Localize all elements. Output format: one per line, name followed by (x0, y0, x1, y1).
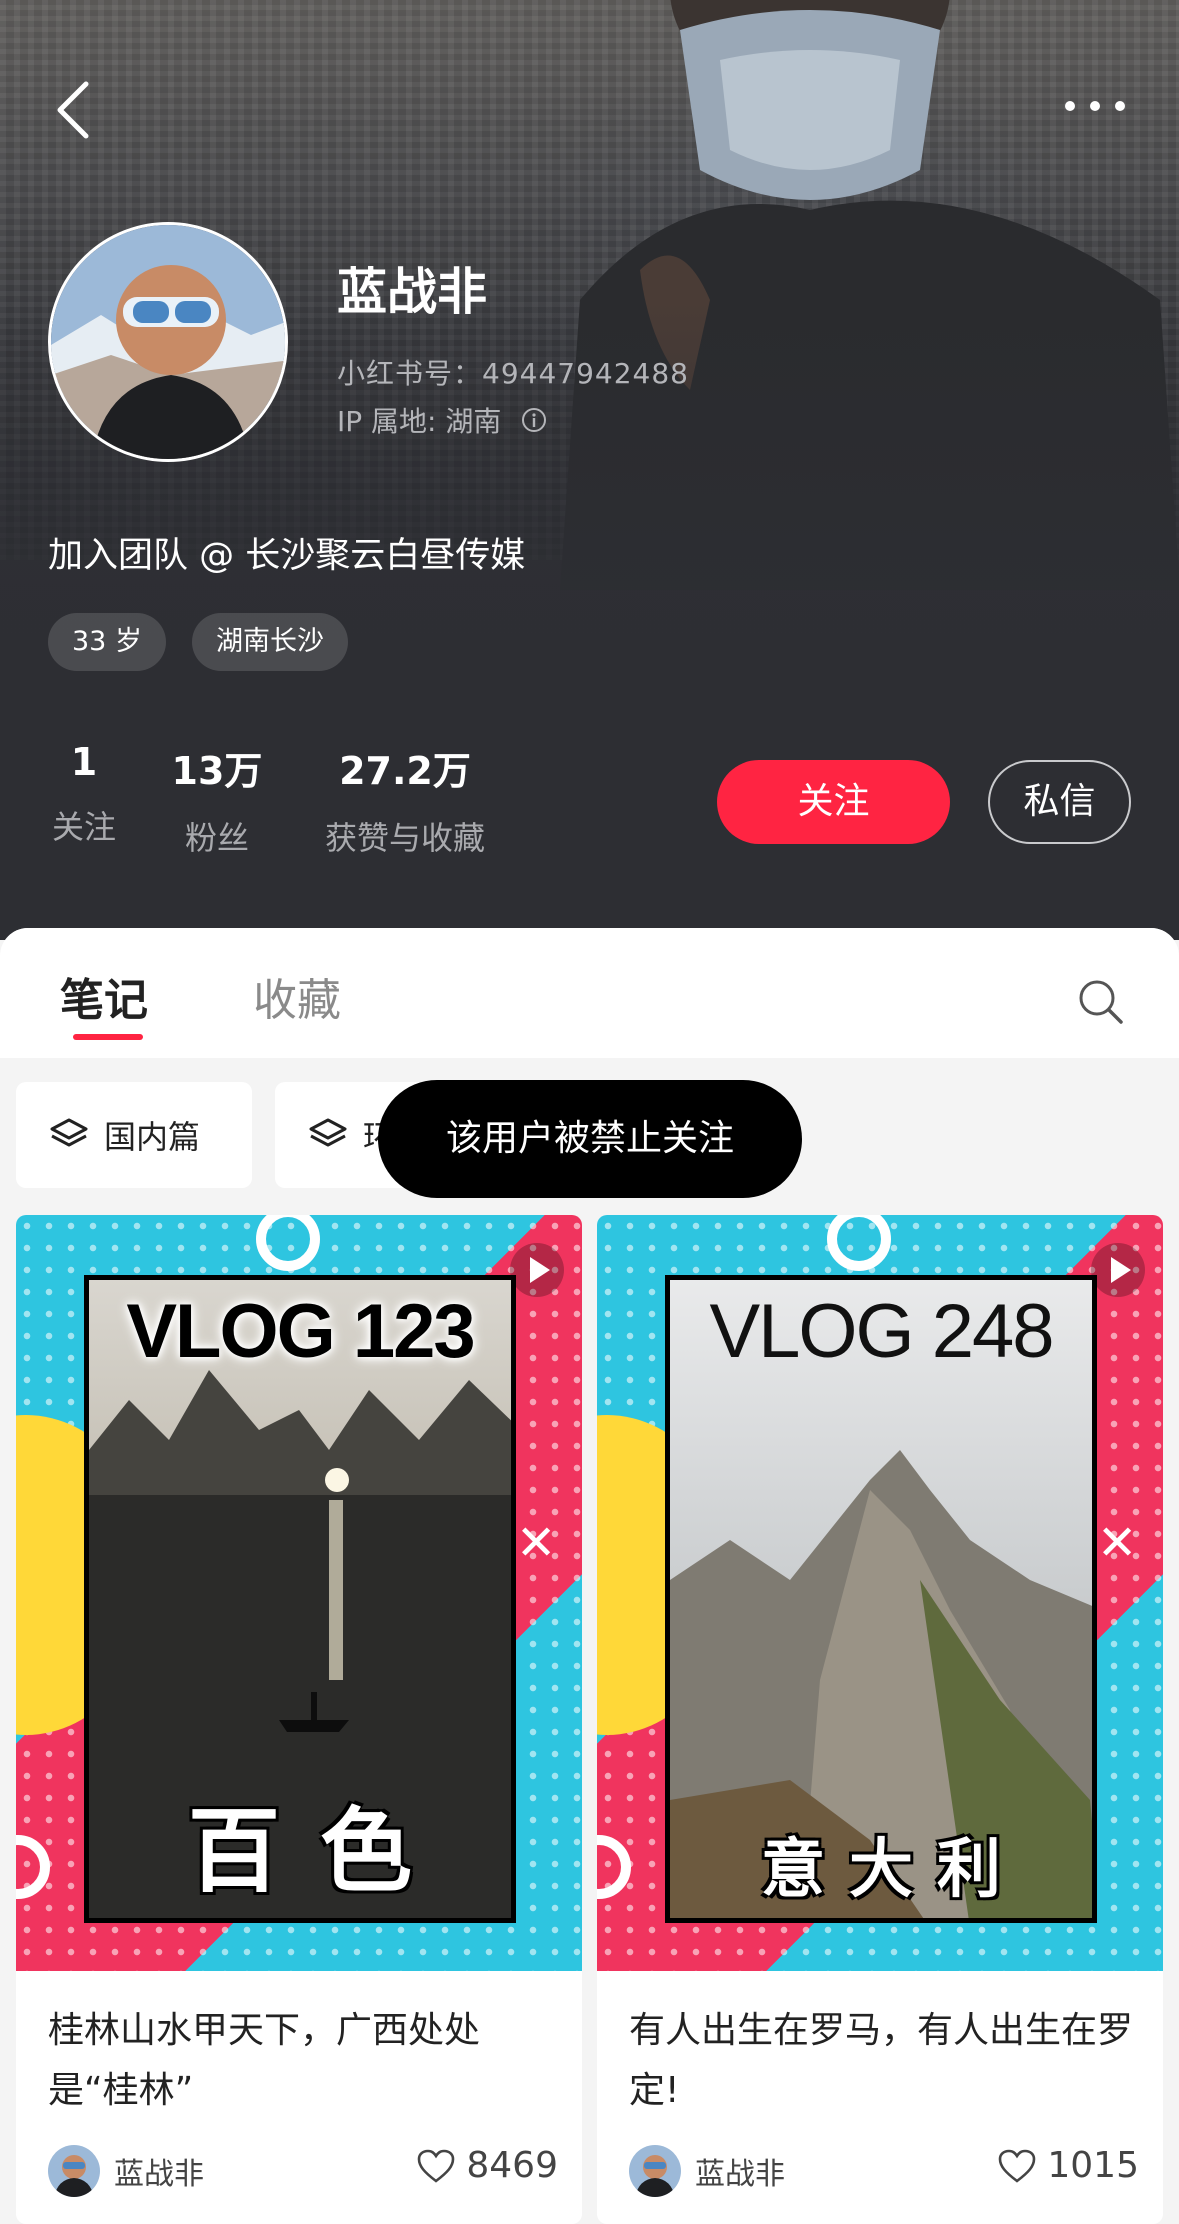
video-play-icon (1091, 1243, 1145, 1297)
heart-icon (418, 2149, 455, 2183)
stat-followers[interactable]: 13万 粉丝 (162, 740, 272, 859)
like-button[interactable]: 1015 (997, 2145, 1139, 2186)
note-title: 桂林山水甲天下，广西处处是“桂林” (48, 2010, 481, 2111)
cover-photo-frame: VLOG 248 意大利 (665, 1275, 1097, 1923)
message-button[interactable]: 私信 (988, 760, 1131, 844)
note-cover: ✕ VLOG 123 百色 (16, 1215, 582, 1971)
follow-button[interactable]: 关注 (717, 760, 950, 844)
cover-title: VLOG 248 (709, 1289, 1054, 1374)
active-tab-indicator (73, 1034, 143, 1040)
cover-place: 意大利 (761, 1833, 1025, 1907)
stat-following-value: 1 (70, 740, 98, 784)
author-name: 蓝战非 (114, 2157, 204, 2192)
like-count: 8469 (466, 2145, 558, 2186)
note-author[interactable]: 蓝战非 (48, 2145, 204, 2197)
stat-following-label: 关注 (51, 808, 116, 846)
more-button[interactable] (1060, 88, 1130, 124)
cover-title: VLOG 123 (126, 1289, 475, 1374)
layers-icon (309, 1118, 347, 1147)
note-card[interactable]: ✕ VLOG 248 意大利 有人出生在罗马，有人出生在罗定! 蓝战非 1015 (597, 1215, 1163, 2224)
cover-decoration: ✕ (516, 1515, 557, 1571)
note-card[interactable]: ✕ VLOG 123 百色 桂林山水甲天下，广西处处是“桂林” 蓝战非 8469 (16, 1215, 582, 2224)
cover-photo-frame: VLOG 123 百色 (84, 1275, 516, 1923)
stat-following[interactable]: 1 关注 (48, 740, 120, 848)
cover-place: 百色 (187, 1798, 452, 1905)
chip-label: 国内篇 (104, 1118, 201, 1156)
search-icon[interactable] (1075, 976, 1127, 1028)
avatar[interactable] (48, 222, 288, 462)
note-cover: ✕ VLOG 248 意大利 (597, 1215, 1163, 1971)
profile-header: 蓝战非 小红书号：49447942488 IP 属地: 湖南 加入团队 @ 长沙… (0, 0, 1179, 940)
like-count: 1015 (1047, 2145, 1139, 2186)
tab-bar: 笔记 收藏 (0, 928, 1179, 1058)
like-button[interactable]: 8469 (416, 2145, 558, 2186)
toast-message: 该用户被禁止关注 (378, 1080, 802, 1198)
tab-notes[interactable]: 笔记 (60, 964, 148, 1028)
info-icon[interactable] (521, 407, 547, 433)
stat-followers-label: 粉丝 (184, 819, 249, 857)
ip-location: IP 属地: 湖南 (337, 400, 547, 440)
stat-likes-value: 27.2万 (339, 749, 471, 793)
stat-likes-collects[interactable]: 27.2万 获赞与收藏 (315, 740, 495, 859)
stat-followers-value: 13万 (171, 749, 263, 793)
profile-id: 小红书号：49447942488 (337, 357, 689, 390)
ip-location-label: IP 属地: 湖南 (337, 405, 502, 438)
tag-location: 湖南长沙 (192, 613, 348, 671)
video-play-icon (510, 1243, 564, 1297)
tab-collect[interactable]: 收藏 (253, 964, 341, 1028)
profile-bio: 加入团队 @ 长沙聚云白昼传媒 (48, 536, 526, 576)
collection-chip-domestic[interactable]: 国内篇 (16, 1082, 252, 1188)
profile-name: 蓝战非 (337, 263, 487, 321)
author-avatar (48, 2145, 100, 2197)
note-author[interactable]: 蓝战非 (629, 2145, 785, 2197)
layers-icon (50, 1118, 88, 1147)
avatar-image (51, 225, 285, 459)
back-button[interactable] (52, 78, 96, 142)
author-avatar (629, 2145, 681, 2197)
author-name: 蓝战非 (695, 2157, 785, 2192)
heart-icon (999, 2149, 1036, 2183)
tag-age: 33 岁 (48, 613, 166, 671)
note-title: 有人出生在罗马，有人出生在罗定! (629, 2010, 1134, 2111)
cover-decoration: ✕ (1097, 1515, 1138, 1571)
stat-likes-label: 获赞与收藏 (324, 819, 485, 857)
